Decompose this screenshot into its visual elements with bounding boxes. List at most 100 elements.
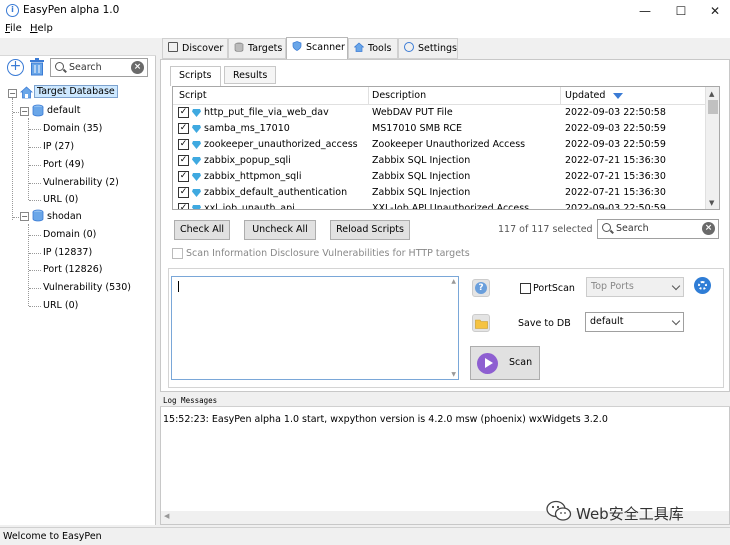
uncheck-all-button[interactable]: Uncheck All xyxy=(244,220,316,240)
table-row[interactable]: ✓ samba_ms_17010 MS17010 SMB RCE 2022-09-03… xyxy=(173,121,705,137)
tree-connector xyxy=(29,129,41,130)
col-header-script[interactable]: Script xyxy=(179,90,207,101)
tree-collapse-default[interactable]: − xyxy=(20,107,29,116)
tree-node-default-port[interactable]: Port (49) xyxy=(43,159,84,170)
textarea-scroll-down-icon[interactable]: ▼ xyxy=(451,371,456,378)
script-search-input[interactable]: Search × xyxy=(597,219,719,239)
tab-discover[interactable]: Discover xyxy=(162,38,228,59)
info-disclosure-label: Scan Information Disclosure Vulnerabilit… xyxy=(186,248,470,259)
table-row[interactable]: ✓ xxl_job_unauth_api XXL-Job API Unauthori… xyxy=(173,201,705,210)
script-description: Zabbix SQL Injection xyxy=(372,171,471,182)
tree-node-shodan-ip[interactable]: IP (12837) xyxy=(43,247,92,258)
tree-node-shodan-url[interactable]: URL (0) xyxy=(43,300,78,311)
clear-search-icon[interactable]: × xyxy=(702,222,715,235)
subtab-scripts[interactable]: Scripts xyxy=(170,66,221,86)
tree-collapse-root[interactable]: − xyxy=(8,89,17,98)
tree-connector xyxy=(29,165,41,166)
close-button[interactable]: ✕ xyxy=(698,0,730,22)
menu-file[interactable]: File xyxy=(5,23,22,34)
selected-count: 117 of 117 selected xyxy=(498,224,593,235)
gem-icon xyxy=(192,205,201,209)
tab-settings[interactable]: Settings xyxy=(398,38,458,59)
menu-help[interactable]: Help xyxy=(30,23,53,34)
settings-icon xyxy=(404,42,414,52)
table-row[interactable]: ✓ zabbix_popup_sqli Zabbix SQL Injection 20… xyxy=(173,153,705,169)
scroll-left-icon[interactable]: ◀ xyxy=(164,512,169,520)
script-name: zabbix_httpmon_sqli xyxy=(204,171,302,182)
scan-button[interactable]: Scan xyxy=(470,346,540,380)
table-scrollbar[interactable]: ▲ ▼ xyxy=(705,87,719,209)
scroll-thumb[interactable] xyxy=(708,100,718,114)
script-description: Zabbix SQL Injection xyxy=(372,187,471,198)
script-updated: 2022-07-21 15:36:30 xyxy=(565,155,666,166)
row-checkbox[interactable]: ✓ xyxy=(178,139,189,150)
database-icon xyxy=(32,209,44,222)
tree-connector xyxy=(28,224,29,306)
row-checkbox[interactable]: ✓ xyxy=(178,155,189,166)
minimize-button[interactable]: — xyxy=(628,0,662,22)
tree-node-target-database[interactable]: Target Database xyxy=(34,85,118,98)
portscan-checkbox[interactable] xyxy=(520,283,531,294)
script-updated: 2022-09-03 22:50:59 xyxy=(565,139,666,150)
app-icon: i xyxy=(6,4,19,17)
home-icon xyxy=(19,86,34,99)
row-checkbox[interactable]: ✓ xyxy=(178,187,189,198)
tree-collapse-shodan[interactable]: − xyxy=(20,212,29,221)
trash-icon[interactable] xyxy=(29,58,45,76)
database-icon xyxy=(32,104,44,117)
reload-scripts-button[interactable]: Reload Scripts xyxy=(330,220,410,240)
search-icon xyxy=(602,223,611,232)
tree-node-shodan[interactable]: shodan xyxy=(47,211,82,222)
open-file-button[interactable] xyxy=(472,314,490,332)
info-disclosure-checkbox[interactable] xyxy=(172,248,183,259)
tree-node-default-domain[interactable]: Domain (35) xyxy=(43,123,102,134)
tab-targets[interactable]: Targets xyxy=(228,38,286,59)
tools-icon xyxy=(353,42,365,52)
table-row[interactable]: ✓ zabbix_default_authentication Zabbix SQL… xyxy=(173,185,705,201)
script-description: XXL-Job API Unauthorized Access xyxy=(372,203,530,210)
tree-node-default-ip[interactable]: IP (27) xyxy=(43,141,74,152)
gem-icon xyxy=(192,173,201,181)
tab-tools[interactable]: Tools xyxy=(348,38,398,59)
add-icon[interactable]: + xyxy=(7,59,24,76)
check-all-button[interactable]: Check All xyxy=(174,220,230,240)
tree-connector xyxy=(29,253,41,254)
tab-scanner[interactable]: Scanner xyxy=(286,37,348,60)
menu-bar xyxy=(0,22,730,38)
textarea-scroll-up-icon[interactable]: ▲ xyxy=(451,278,456,285)
col-header-updated[interactable]: Updated xyxy=(565,90,605,101)
tree-node-default[interactable]: default xyxy=(47,105,80,116)
subtab-results[interactable]: Results xyxy=(224,66,277,84)
row-checkbox[interactable]: ✓ xyxy=(178,171,189,182)
tree-connector xyxy=(29,306,41,307)
gem-icon xyxy=(192,157,201,165)
gem-icon xyxy=(192,125,201,133)
table-row[interactable]: ✓ http_put_file_via_web_dav WebDAV PUT Fil… xyxy=(173,105,705,121)
row-checkbox[interactable]: ✓ xyxy=(178,123,189,134)
col-header-description[interactable]: Description xyxy=(372,90,426,101)
port-settings-button[interactable] xyxy=(694,277,711,294)
scroll-down-icon[interactable]: ▼ xyxy=(709,199,714,207)
sort-desc-icon[interactable] xyxy=(613,93,623,99)
tree-node-default-vulnerability[interactable]: Vulnerability (2) xyxy=(43,177,119,188)
scroll-up-icon[interactable]: ▲ xyxy=(709,90,714,98)
clear-search-icon[interactable]: × xyxy=(131,61,144,74)
tree-node-shodan-port[interactable]: Port (12826) xyxy=(43,264,103,275)
targets-textarea[interactable]: ▲ ▼ xyxy=(171,276,459,380)
left-pane-header xyxy=(0,38,156,56)
tree-node-default-url[interactable]: URL (0) xyxy=(43,194,78,205)
tree-search-input[interactable]: Search × xyxy=(50,58,148,77)
help-icon: ? xyxy=(475,282,487,294)
help-button[interactable]: ? xyxy=(472,279,490,297)
maximize-button[interactable]: ☐ xyxy=(664,0,698,22)
table-row[interactable]: ✓ zookeeper_unauthorized_access Zookeeper … xyxy=(173,137,705,153)
database-select[interactable]: default xyxy=(585,312,684,332)
table-row[interactable]: ✓ zabbix_httpmon_sqli Zabbix SQL Injection… xyxy=(173,169,705,185)
tree-node-shodan-domain[interactable]: Domain (0) xyxy=(43,229,96,240)
tree-connector xyxy=(29,183,41,184)
row-checkbox[interactable]: ✓ xyxy=(178,203,189,209)
tree-node-shodan-vulnerability[interactable]: Vulnerability (530) xyxy=(43,282,131,293)
ports-select[interactable]: Top Ports xyxy=(586,277,684,297)
script-updated: 2022-09-03 22:50:59 xyxy=(565,203,666,210)
row-checkbox[interactable]: ✓ xyxy=(178,107,189,118)
